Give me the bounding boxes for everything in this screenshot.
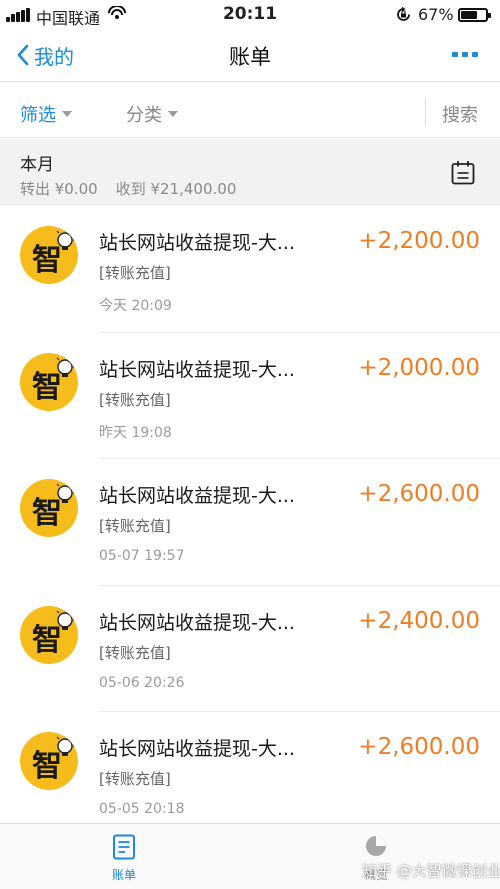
more-icon[interactable] [452, 52, 478, 57]
record-amount: +2,400.00 [358, 607, 480, 634]
chevron-left-icon [17, 44, 29, 66]
category-label: 分类 [126, 105, 162, 126]
record-title: 站长网站收益提现-大... [99, 738, 295, 760]
merchant-logo: 智 [20, 352, 78, 411]
caret-down-icon [62, 111, 72, 117]
caret-down-icon [168, 111, 178, 117]
watermark: 知乎 @大智微课创业 [362, 862, 500, 880]
bill-icon [113, 834, 135, 860]
page-title: 账单 [229, 45, 271, 69]
bill-record[interactable]: 智 站长网站收益提现-大... [转账充值] 昨天 19:08 +2,000.0… [0, 333, 500, 459]
svg-text:智: 智 [32, 370, 62, 405]
record-amount: +2,000.00 [358, 354, 480, 381]
battery-icon [458, 8, 491, 22]
merchant-logo: 智 [20, 479, 78, 537]
record-time: 05-07 19:57 [99, 548, 185, 564]
month-title: 本月 [20, 155, 54, 175]
bill-record[interactable]: 智 站长网站收益提现-大... [转账充值] 05-05 20:18 +2,60… [0, 712, 500, 839]
record-time: 05-06 20:26 [99, 674, 185, 691]
record-tag: [转账充值] [99, 390, 171, 409]
record-amount: +2,600.00 [358, 734, 480, 760]
record-amount: +2,600.00 [358, 481, 480, 507]
record-tag: [转账充值] [99, 264, 171, 282]
svg-text:智: 智 [32, 623, 62, 658]
record-tag: [转账充值] [99, 643, 171, 662]
bill-record[interactable]: 智 站长网站收益提现-大... [转账充值] 今天 20:09 +2,200.0… [0, 206, 500, 333]
record-title: 站长网站收益提现-大... [99, 485, 295, 507]
pie-chart-icon [366, 836, 386, 856]
svg-text:智: 智 [32, 243, 62, 278]
record-title: 站长网站收益提现-大... [99, 611, 295, 634]
svg-text:智: 智 [32, 496, 62, 531]
back-label: 我的 [34, 44, 74, 69]
record-tag: [转账充值] [99, 770, 171, 788]
category-dropdown[interactable]: 分类 [126, 101, 178, 127]
month-summary: 转出 ¥0.00 收到 ¥21,400.00 [20, 178, 236, 199]
nav-bar: 我的 账单 [0, 30, 500, 82]
filter-bar: 筛选 分类 搜索 [0, 86, 500, 138]
bill-record[interactable]: 智 站长网站收益提现-大... [转账充值] 05-07 19:57 +2,60… [0, 459, 500, 586]
outgoing-total: 转出 ¥0.00 [20, 180, 98, 198]
merchant-logo: 智 [20, 605, 78, 664]
tab-bill[interactable]: 账单 [102, 834, 146, 883]
record-title: 站长网站收益提现-大... [99, 358, 295, 381]
record-time: 今天 20:09 [99, 298, 172, 314]
record-title: 站长网站收益提现-大... [99, 232, 295, 254]
tab-bill-label: 账单 [111, 868, 136, 882]
record-amount: +2,200.00 [358, 228, 480, 254]
calendar-icon[interactable] [451, 160, 475, 185]
record-tag: [转账充值] [99, 517, 171, 535]
month-header: 本月 转出 ¥0.00 收到 ¥21,400.00 [0, 139, 500, 205]
merchant-logo: 智 [20, 732, 78, 790]
incoming-total: 收到 ¥21,400.00 [115, 180, 237, 198]
divider [425, 98, 426, 126]
status-bar: 中国联通 20:11 67% [0, 0, 500, 30]
bill-list: 智 站长网站收益提现-大... [转账充值] 今天 20:09 +2,200.0… [0, 206, 500, 839]
orientation-lock-icon [395, 6, 412, 27]
bill-record[interactable]: 智 站长网站收益提现-大... [转账充值] 05-06 20:26 +2,40… [0, 586, 500, 712]
filter-dropdown[interactable]: 筛选 [20, 101, 72, 127]
merchant-logo: 智 [20, 226, 78, 284]
record-time: 昨天 19:08 [99, 424, 172, 441]
battery-percent: 67% [418, 5, 454, 24]
svg-text:智: 智 [32, 749, 62, 784]
filter-label: 筛选 [20, 105, 56, 126]
record-time: 05-05 20:18 [99, 801, 185, 817]
search-button[interactable]: 搜索 [442, 101, 478, 127]
back-button[interactable]: 我的 [16, 40, 74, 70]
